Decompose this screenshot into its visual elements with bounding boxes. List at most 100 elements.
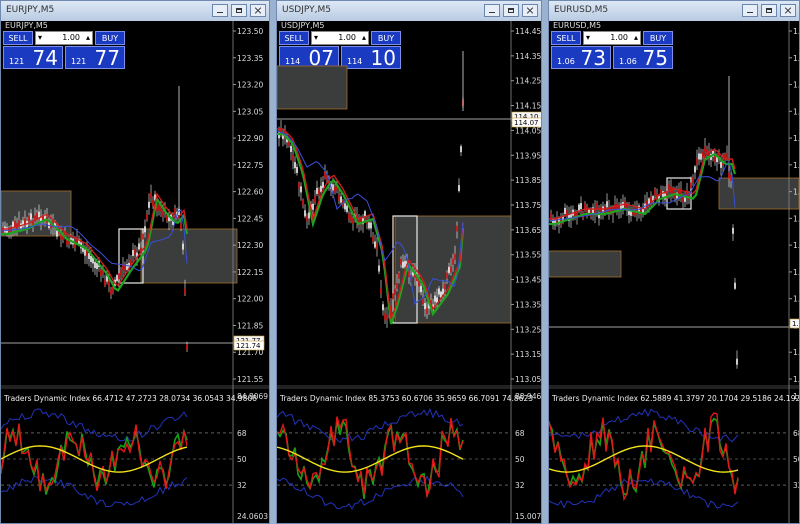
candle-body — [446, 272, 448, 279]
indicator-axis-label: 50 — [793, 455, 799, 464]
indicator-axis-label: 68 — [515, 429, 525, 438]
candle-body — [144, 226, 146, 233]
candle-body — [398, 272, 400, 279]
candle-body — [322, 182, 324, 189]
window-title: USDJPY,M5 — [282, 5, 331, 15]
candle-body — [392, 293, 394, 300]
candle-body — [418, 280, 420, 287]
candle-body — [332, 184, 334, 191]
minimize-button[interactable] — [484, 4, 500, 17]
indicator-axis-label: 24.0603 — [237, 512, 268, 521]
candle-body — [704, 146, 706, 153]
price-tick-label: 123.05 — [237, 107, 263, 116]
candle-body — [702, 151, 704, 158]
candle-body — [116, 275, 118, 282]
candle-body — [380, 287, 382, 294]
minimize-button[interactable] — [742, 4, 758, 17]
indicator-axis-label: 68 — [793, 429, 799, 438]
candle-body — [104, 279, 106, 286]
indicator-lower-band — [277, 475, 464, 510]
price-tick-label: 122.15 — [237, 268, 263, 277]
candle-body — [714, 156, 716, 163]
candle-body — [306, 215, 308, 222]
candle-body — [550, 212, 552, 219]
price-tick-label: 121.85 — [237, 321, 263, 330]
price-tick-label: 122.30 — [237, 241, 263, 250]
candle-body — [184, 288, 186, 295]
candle-body — [382, 304, 384, 311]
candle-body — [340, 196, 342, 203]
chart-window-eurjpy: EURJPY,M5 EURJPY,M5 SELL 1.00 BUY 121 74… — [0, 0, 270, 524]
price-tick-label: 122.75 — [237, 161, 263, 170]
candle-body — [460, 146, 462, 153]
candle-body — [698, 153, 700, 160]
maximize-button[interactable] — [503, 4, 519, 17]
candle-body — [36, 212, 38, 219]
candle-body — [420, 286, 422, 293]
maximize-button[interactable] — [231, 4, 247, 17]
candle-body — [300, 186, 302, 193]
chart-window-eurusd: EURUSD,M5 EURUSD,M5 SELL 1.00 BUY 1.06 7… — [548, 0, 800, 524]
candle-body — [450, 266, 452, 273]
candle-body — [372, 236, 374, 243]
close-button[interactable] — [250, 4, 266, 17]
candle-body — [302, 199, 304, 206]
candle-body — [696, 158, 698, 165]
minimize-button[interactable] — [212, 4, 228, 17]
price-marker-label: 1.0 — [792, 320, 799, 328]
candle-body — [730, 175, 732, 182]
candle-body — [84, 249, 86, 256]
candle-body — [124, 264, 126, 271]
chart-area[interactable]: USDJPY,M5 SELL 1.00 BUY 114 07 114 10 11… — [277, 21, 541, 523]
price-tick-label: 122.90 — [237, 134, 263, 143]
candle-body — [142, 233, 144, 240]
sd-zone — [277, 65, 348, 110]
close-button[interactable] — [522, 4, 538, 17]
pane-separator — [277, 385, 541, 389]
candle-body — [350, 215, 352, 222]
chart-window-usdjpy: USDJPY,M5 USDJPY,M5 SELL 1.00 BUY 114 07… — [276, 0, 542, 524]
sd-zone — [140, 228, 238, 284]
chart-area[interactable]: EURJPY,M5 SELL 1.00 BUY 121 74 121 77 12… — [1, 21, 269, 523]
candle-body — [158, 204, 160, 211]
candle-body — [298, 182, 300, 189]
candle-body — [376, 243, 378, 250]
price-marker-label: 114.07 — [514, 119, 539, 127]
price-tick-label: 113.65 — [515, 226, 541, 235]
price-tick-label: 1.0 — [793, 295, 799, 304]
candle-body — [592, 207, 594, 214]
candle-body — [110, 289, 112, 296]
candle-body — [454, 253, 456, 260]
candle-body — [348, 213, 350, 220]
candle-body — [56, 230, 58, 237]
candle-body — [338, 194, 340, 201]
candle-body — [654, 189, 656, 196]
candle-body — [344, 203, 346, 210]
candle-body — [134, 248, 136, 255]
price-tick-label: 113.45 — [515, 276, 541, 285]
price-tick-label: 122.00 — [237, 295, 263, 304]
price-tick-label: 1.0 — [793, 107, 799, 116]
candle-body — [400, 258, 402, 265]
price-tick-label: 1.0 — [793, 134, 799, 143]
candle-body — [438, 288, 440, 295]
price-tick-label: 1.0 — [793, 375, 799, 384]
candle-body — [720, 161, 722, 168]
candle-body — [606, 201, 608, 208]
candle-body — [668, 183, 670, 190]
price-tick-label: 1.0 — [793, 27, 799, 36]
indicator-axis-label: 68 — [237, 429, 247, 438]
price-tick-label: 114.35 — [515, 52, 541, 61]
price-tick-label: 113.85 — [515, 176, 541, 185]
candle-body — [456, 225, 458, 232]
candle-body — [426, 307, 428, 314]
close-button[interactable] — [780, 4, 796, 17]
indicator-lower-band — [1, 475, 188, 508]
candle-body — [352, 217, 354, 224]
price-tick-label: 122.45 — [237, 214, 263, 223]
chart-area[interactable]: EURUSD,M5 SELL 1.00 BUY 1.06 73 1.06 75 … — [549, 21, 799, 523]
price-tick-label: 123.50 — [237, 27, 263, 36]
maximize-button[interactable] — [761, 4, 777, 17]
candle-body — [24, 218, 26, 225]
candle-body — [424, 303, 426, 310]
